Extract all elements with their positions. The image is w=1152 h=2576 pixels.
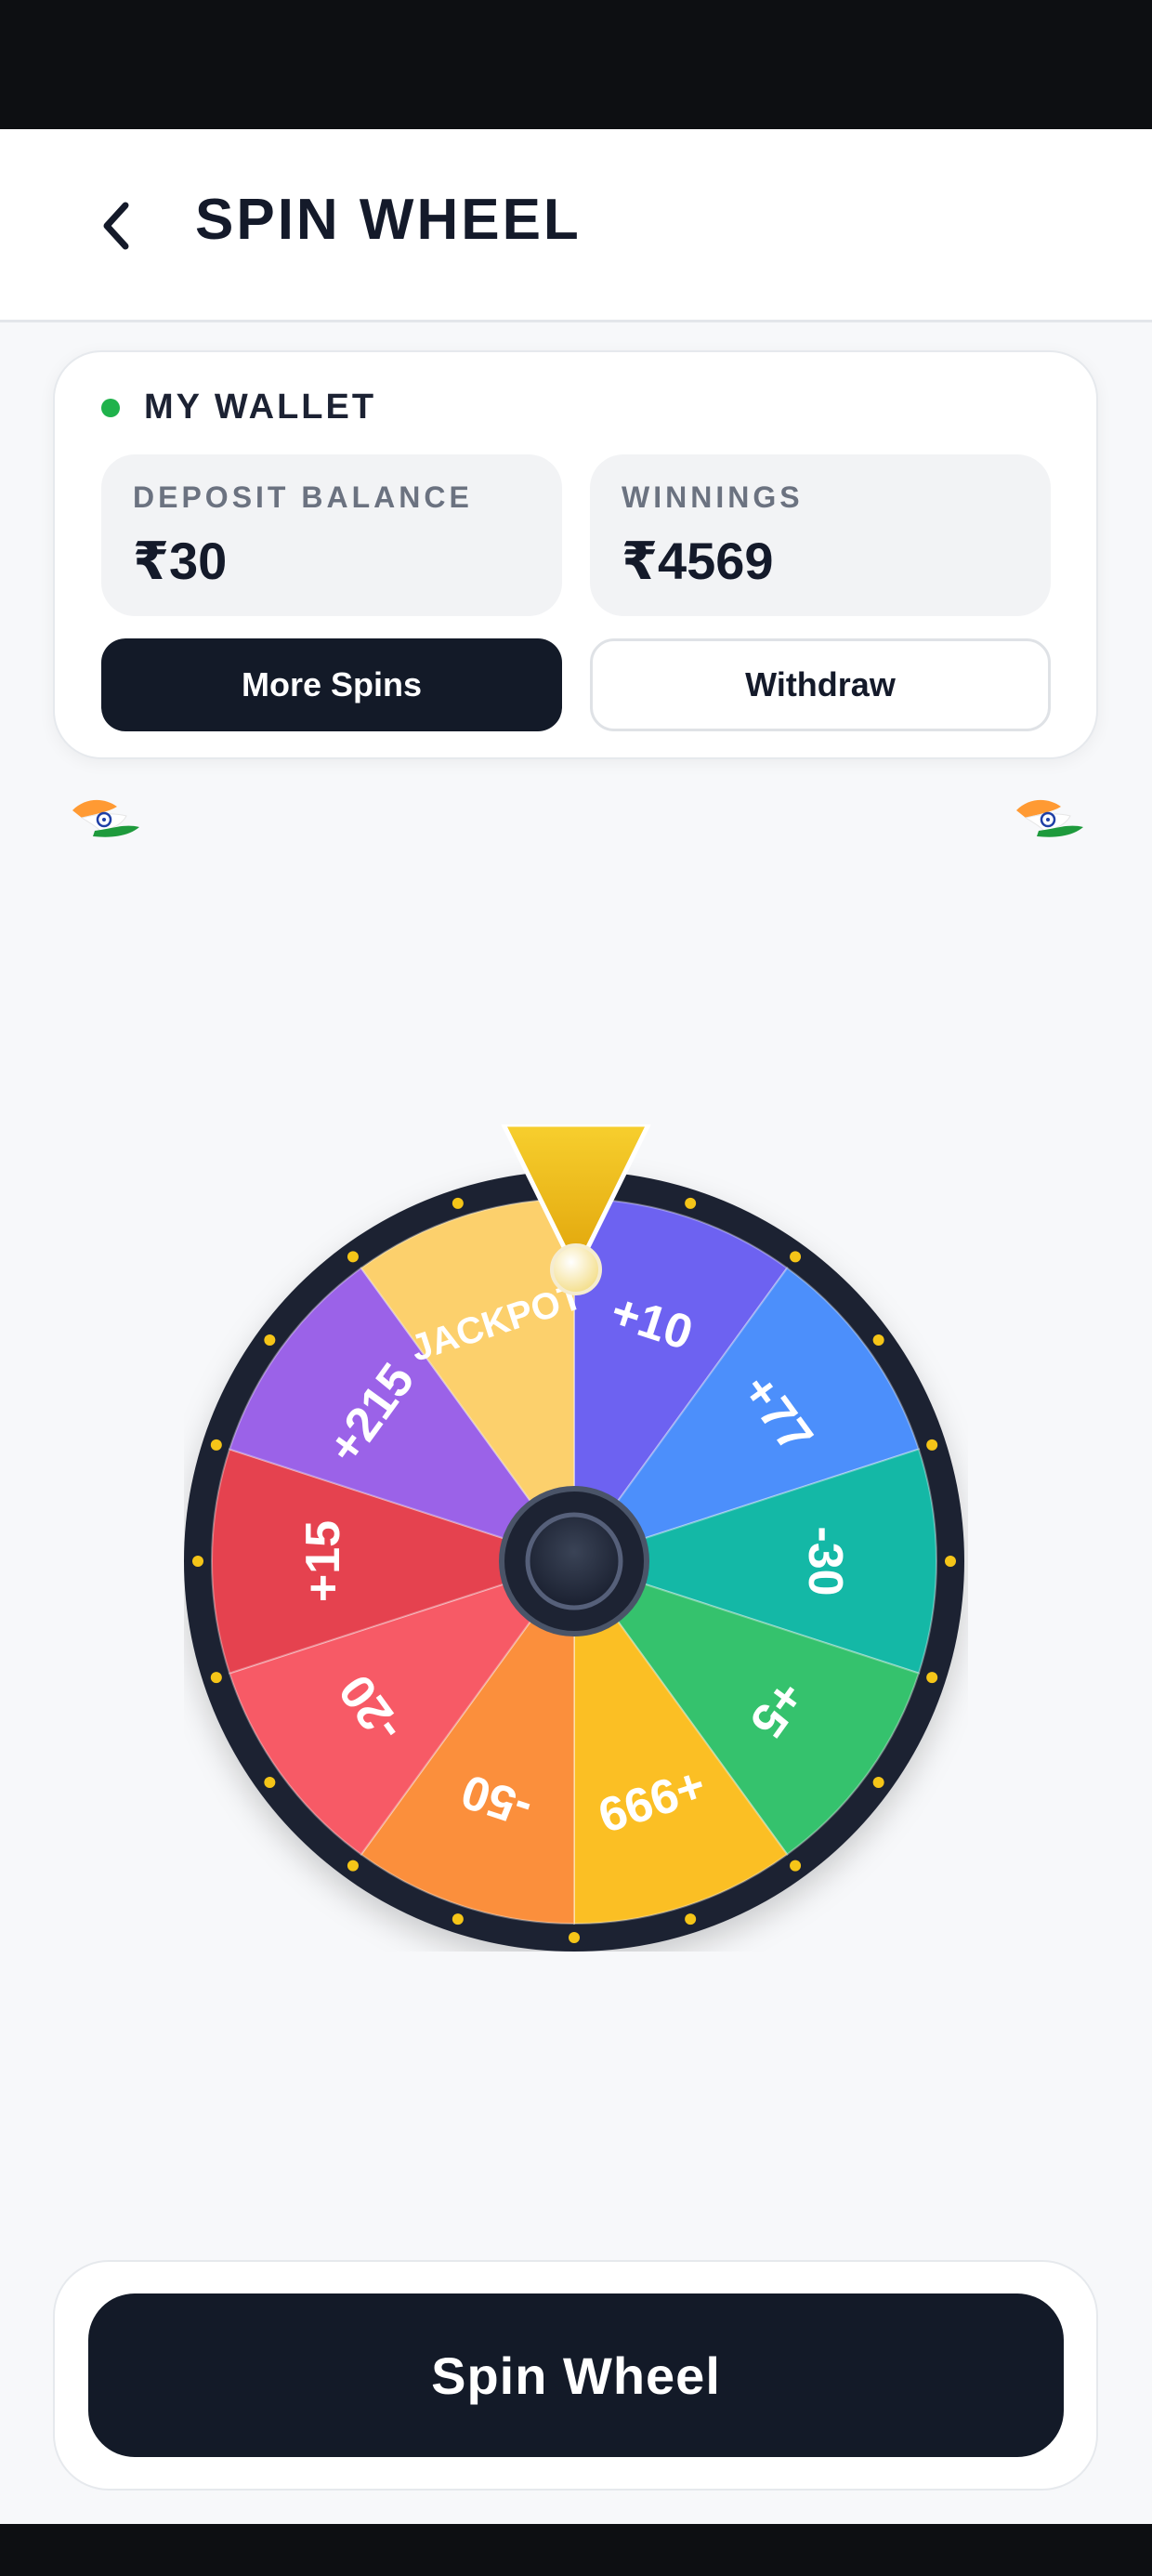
rim-light (452, 1197, 464, 1209)
more-spins-button[interactable]: More Spins (101, 638, 562, 731)
rim-light (347, 1251, 359, 1263)
rim-light (210, 1672, 222, 1684)
winnings-label: WINNINGS (622, 480, 804, 514)
rim-light (926, 1439, 938, 1451)
rim-light (872, 1334, 884, 1346)
rim-light (264, 1777, 276, 1789)
rim-light (790, 1251, 802, 1263)
app-header: SPIN WHEEL (0, 129, 1152, 322)
page-title: SPIN WHEEL (195, 188, 582, 252)
winnings-value: ₹4569 (622, 532, 774, 590)
chevron-left-icon (103, 202, 129, 250)
deposit-balance-box: DEPOSIT BALANCE ₹30 (101, 454, 562, 616)
withdraw-button[interactable]: Withdraw (590, 638, 1051, 731)
india-flag-icon (72, 799, 139, 837)
spin-wheel[interactable]: +10 +77 -30 +5 +999 -50 -20 +15 +215 JACKPOT (184, 1122, 968, 1952)
wallet-header: MY WALLET (101, 388, 376, 427)
status-bar (0, 0, 1152, 129)
wheel-segment-label: +15 (296, 1520, 350, 1602)
wheel-hub-inner (525, 1512, 623, 1610)
rim-light (347, 1860, 359, 1872)
wallet-title: MY WALLET (144, 388, 377, 427)
deposit-balance-value: ₹30 (133, 532, 228, 590)
back-button[interactable] (84, 189, 149, 263)
spin-wheel-graphic: +10+77-30+5+999-50-20+15+215JACKPOT (184, 1122, 964, 1952)
rim-light (685, 1197, 697, 1209)
rim-light (210, 1439, 222, 1451)
rim-light (264, 1334, 276, 1346)
spin-action-card: Spin Wheel (53, 2260, 1098, 2491)
rim-light (926, 1672, 938, 1684)
rim-light (452, 1913, 464, 1925)
pointer-knob (550, 1243, 602, 1295)
winnings-box: WINNINGS ₹4569 (590, 454, 1051, 616)
rim-light (192, 1556, 203, 1567)
wheel-segment-label: -30 (798, 1526, 852, 1596)
spin-wheel-button[interactable]: Spin Wheel (88, 2293, 1064, 2457)
navigation-bar (0, 2524, 1152, 2576)
wallet-status-dot (101, 398, 120, 417)
rim-light (945, 1556, 956, 1567)
india-flag-icon (1016, 799, 1083, 837)
wallet-card: MY WALLET DEPOSIT BALANCE ₹30 WINNINGS ₹… (53, 350, 1098, 759)
rim-light (872, 1777, 884, 1789)
rim-light (685, 1913, 697, 1925)
deposit-balance-label: DEPOSIT BALANCE (133, 480, 473, 514)
rim-light (569, 1932, 580, 1943)
rim-light (790, 1860, 802, 1872)
